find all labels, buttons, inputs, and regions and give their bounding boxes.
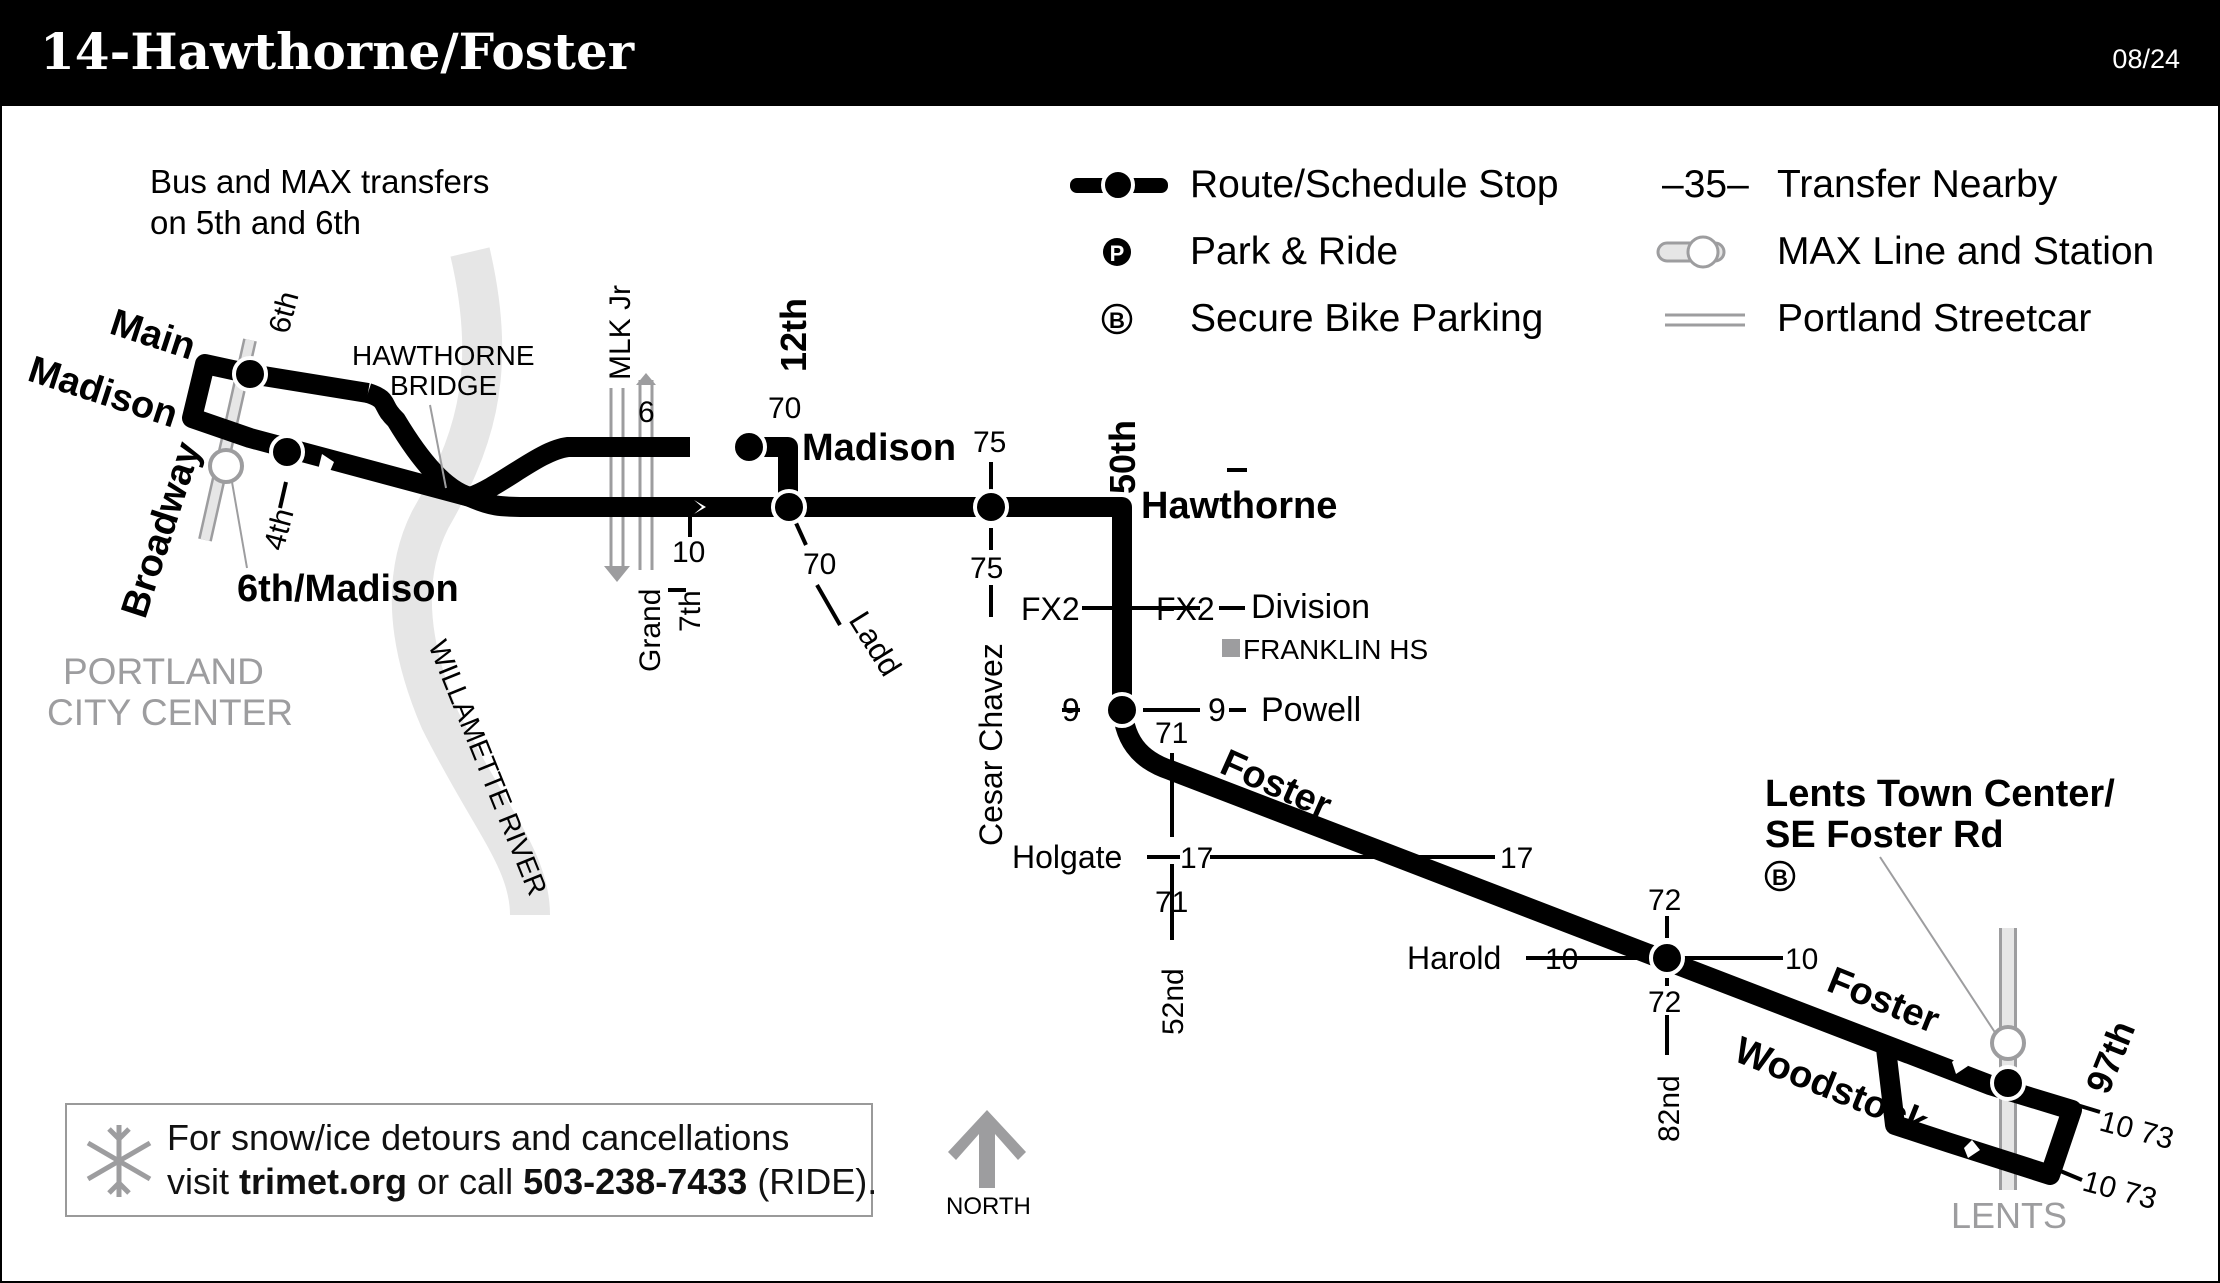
snow-ride-text: (RIDE). — [757, 1161, 878, 1202]
legend-streetcar-label: Portland Streetcar — [1777, 297, 2091, 340]
transfer-9-left: 9 — [1062, 692, 1080, 728]
transfer-70-bottom: 70 — [803, 548, 836, 581]
transfer-75-top: 75 — [973, 426, 1006, 459]
transfer-10-east: 10 — [1785, 943, 1818, 976]
snow-notice-line2: visit trimet.org or call 503-238-7433 (R… — [167, 1161, 877, 1203]
ride-phone-number[interactable]: 503-238-7433 — [523, 1161, 747, 1202]
transfer-17-left: 17 — [1180, 842, 1213, 875]
label-hawthorne-bridge-2: BRIDGE — [390, 370, 497, 401]
legend-transfer-label: Transfer Nearby — [1777, 163, 2058, 206]
transfer-10-grand: 10 — [672, 536, 705, 569]
transfer-lents-top: 10 73 — [2096, 1105, 2177, 1156]
label-52nd: 52nd — [1157, 968, 1190, 1035]
stop-82nd-foster — [1649, 940, 1685, 976]
legend-stop-dot — [1101, 168, 1135, 202]
label-6th: 6th — [263, 288, 306, 337]
transfer-72-bottom: 72 — [1648, 986, 1681, 1019]
label-portland-1: PORTLAND — [63, 651, 264, 692]
label-powell: Powell — [1261, 691, 1361, 729]
label-hawthorne: Hawthorne — [1141, 485, 1337, 527]
snow-ice-notice: For snow/ice detours and cancellations v… — [65, 1103, 877, 1217]
snow-notice-line1: For snow/ice detours and cancellations — [167, 1117, 790, 1158]
stop-cesar-chavez — [973, 489, 1009, 525]
label-madison-west: Madison — [23, 349, 183, 437]
legend-park-ride-glyph: P — [1110, 241, 1125, 266]
transfer-75-bottom: 75 — [970, 552, 1003, 585]
label-lents: LENTS — [1951, 1195, 2067, 1236]
label-franklin-hs: FRANKLIN HS — [1243, 634, 1428, 665]
stop-main-6th — [232, 356, 268, 392]
transfer-9-right: 9 — [1208, 692, 1226, 728]
transfer-10-harold: 10 — [1545, 943, 1578, 976]
franklin-hs-marker — [1222, 639, 1240, 657]
north-label: NORTH — [946, 1193, 1031, 1220]
label-mlk: MLK Jr — [604, 285, 637, 380]
legend-max-label: MAX Line and Station — [1777, 230, 2154, 273]
label-lents-tc-2: SE Foster Rd — [1765, 814, 2004, 856]
label-holgate: Holgate — [1012, 839, 1122, 875]
label-division: Division — [1251, 588, 1370, 626]
max-station-lents — [1990, 1025, 2026, 1061]
label-97th: 97th — [2077, 1015, 2143, 1099]
transfer-lents-bottom: 10 73 — [2079, 1165, 2160, 1216]
transfer-71-bottom: 71 — [1155, 886, 1188, 919]
label-7th: 7th — [674, 590, 707, 632]
lents-bike-glyph: B — [1772, 865, 1788, 890]
transfer-72-top: 72 — [1648, 884, 1681, 917]
stop-50th-powell — [1104, 692, 1140, 728]
legend-route-stop-label: Route/Schedule Stop — [1190, 163, 1559, 206]
route-map: P B Route/Schedule Stop Park & Ride Secu… — [23, 163, 2177, 1236]
north-arrow-icon — [948, 1110, 1026, 1188]
stop-lents-tc — [1990, 1065, 2026, 1101]
label-portland-2: CITY CENTER — [47, 692, 293, 733]
label-82nd: 82nd — [1653, 1075, 1686, 1142]
stop-madison-4th — [269, 434, 305, 470]
legend-bike-label: Secure Bike Parking — [1190, 297, 1543, 340]
label-main: Main — [105, 302, 200, 369]
label-lents-tc-1: Lents Town Center/ — [1765, 773, 2115, 815]
label-50th: 50th — [1102, 420, 1143, 494]
streetcar-arrow-up — [636, 373, 656, 385]
stop-madison-12th — [731, 429, 767, 465]
label-hawthorne-bridge-1: HAWTHORNE — [352, 340, 535, 371]
legend-max-station — [1686, 235, 1720, 269]
snowflake-icon — [86, 1125, 152, 1197]
trimet-link[interactable]: trimet.org — [239, 1161, 407, 1202]
label-harold: Harold — [1407, 940, 1501, 976]
max-station-6th-madison — [208, 448, 244, 484]
transfer-fx2-left: FX2 — [1021, 591, 1080, 627]
legend: P B Route/Schedule Stop Park & Ride Secu… — [1070, 163, 2154, 340]
stop-12th-hawthorne — [771, 489, 807, 525]
legend-transfer-sample: –35– — [1662, 163, 1749, 206]
snow-visit-text: visit — [167, 1161, 229, 1202]
transfer-note-line1: Bus and MAX transfers — [150, 163, 489, 200]
transfer-6: 6 — [638, 396, 655, 429]
legend-park-ride-label: Park & Ride — [1190, 230, 1398, 273]
snow-call-text: or call — [417, 1161, 514, 1202]
legend-bike-glyph: B — [1109, 308, 1125, 333]
transfer-note-line2: on 5th and 6th — [150, 204, 361, 241]
label-12th: 12th — [773, 298, 814, 372]
transfer-17-right: 17 — [1500, 842, 1533, 875]
transfer-70-top: 70 — [768, 392, 801, 425]
label-willamette-river: WILLAMETTE RIVER — [422, 636, 553, 900]
label-ladd: Ladd — [842, 605, 908, 682]
label-cesar-chavez: Cesar Chavez — [973, 643, 1009, 846]
label-6th-madison: 6th/Madison — [237, 568, 459, 610]
label-madison-east: Madison — [802, 427, 956, 469]
label-grand: Grand — [634, 589, 667, 672]
streetcar-arrow-down — [604, 566, 630, 582]
transfer-71-top: 71 — [1155, 717, 1188, 750]
label-broadway: Broadway — [114, 437, 210, 623]
label-4th: 4th — [258, 505, 301, 554]
transfer-fx2-right: FX2 — [1156, 591, 1215, 627]
